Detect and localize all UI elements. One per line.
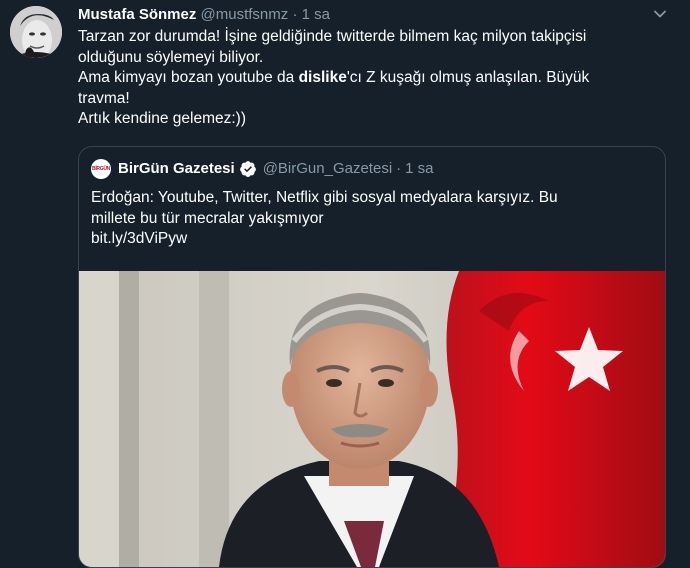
quoted-tweet-image[interactable] (79, 271, 665, 567)
quoted-author-name[interactable]: BirGün Gazetesi (118, 159, 235, 179)
tweet-time[interactable]: 1 sa (302, 6, 330, 23)
author-avatar[interactable] (10, 6, 62, 58)
quoted-author-logo-text: BİRGÜN (92, 166, 110, 172)
quoted-author-handle[interactable]: @BirGun_Gazetesi (263, 159, 392, 179)
separator-dot: · (292, 6, 298, 23)
quoted-link[interactable]: bit.ly/3dViPyw (91, 229, 651, 250)
tweet-text: Tarzan zor durumda! İşine geldiğinde twi… (78, 27, 658, 130)
tweet-text-line: Tarzan zor durumda! İşine geldiğinde twi… (78, 28, 587, 45)
tweet-text-line: Ama kimyayı bozan youtube da dislike'cı … (78, 68, 658, 89)
news-photo (79, 271, 665, 567)
tweet-header: Mustafa Sönmez @mustfsnmz · 1 sa (78, 5, 330, 25)
tweet-text-line: olduğunu söylemeyi biliyor. (78, 48, 264, 66)
quoted-tweet[interactable]: BİRGÜN BirGün Gazetesi @BirGun_Gazetesi … (78, 146, 666, 568)
separator-dot: · (396, 160, 402, 177)
tweet-text-line: Artık kendine gelemez:)) (78, 110, 246, 127)
author-name[interactable]: Mustafa Sönmez (78, 6, 196, 23)
quoted-author-avatar[interactable]: BİRGÜN (91, 159, 111, 179)
tweet-text-fragment: 'cı Z kuşağı olmuş anlaşılan. Büyük (346, 69, 590, 86)
quoted-text-line: Erdoğan: Youtube, Twitter, Netflix gibi … (91, 189, 558, 206)
author-handle[interactable]: @mustfsnmz (201, 6, 289, 23)
quoted-tweet-header: BİRGÜN BirGün Gazetesi @BirGun_Gazetesi … (91, 159, 434, 179)
tweet-text-fragment: Ama kimyayı bozan youtube da (78, 69, 299, 86)
quoted-tweet-text: Erdoğan: Youtube, Twitter, Netflix gibi … (91, 188, 651, 250)
chevron-down-icon[interactable] (652, 6, 668, 22)
avatar-photo (10, 6, 62, 58)
tweet-text-emphasis: dislike (298, 69, 347, 86)
tweet-text-line: travma! (78, 89, 130, 107)
quoted-tweet-time[interactable]: 1 sa (405, 159, 433, 179)
verified-badge-icon (239, 161, 256, 177)
quoted-text-line: millete bu tür mecralar yakışmıyor (91, 209, 324, 227)
